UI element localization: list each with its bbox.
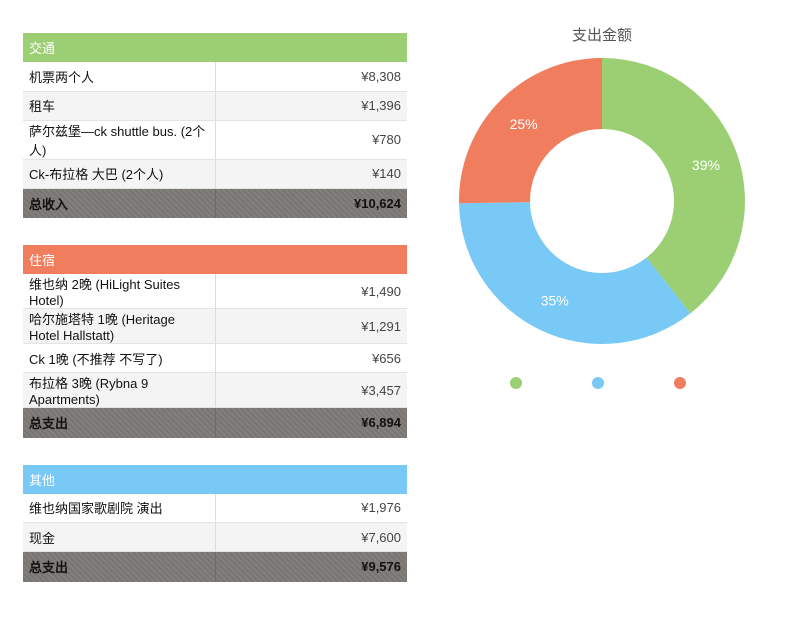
lodging-table: 住宿 维也纳 2晚 (HiLight Suites Hotel) ¥1,490 … [23, 245, 407, 438]
other-total-row: 总支出 ¥9,576 [23, 551, 407, 582]
row-amount: ¥1,396 [214, 91, 407, 121]
table-row: 哈尔施塔特 1晚 (Heritage Hotel Hallstatt) ¥1,2… [23, 308, 407, 344]
table-row: 租车 ¥1,396 [23, 91, 407, 121]
row-amount: ¥7,600 [214, 522, 407, 552]
row-amount: ¥656 [214, 343, 407, 373]
legend-dot [510, 377, 522, 389]
row-amount: ¥3,457 [214, 372, 407, 408]
row-amount: ¥1,490 [214, 274, 407, 309]
lodging-total-row: 总支出 ¥6,894 [23, 407, 407, 438]
total-label: 总支出 [23, 551, 215, 582]
transport-table-header-row: 交通 [23, 33, 407, 62]
table-row: 维也纳 2晚 (HiLight Suites Hotel) ¥1,490 [23, 274, 407, 309]
other-table-header-row: 其他 [23, 464, 407, 494]
other-table-header: 其他 [23, 464, 407, 494]
expense-tables: 交通 机票两个人 ¥8,308 租车 ¥1,396 萨尔兹堡—ck shuttl… [23, 33, 407, 582]
row-label: 哈尔施塔特 1晚 (Heritage Hotel Hallstatt) [23, 308, 215, 344]
donut-slices: 39% 35% 25% [459, 58, 745, 344]
donut-slice [459, 202, 691, 344]
lodging-table-header: 住宿 [23, 245, 407, 274]
table-row: 现金 ¥7,600 [23, 522, 407, 552]
row-label: 维也纳国家歌剧院 演出 [23, 493, 215, 523]
chart-legend [510, 377, 686, 389]
row-label: 布拉格 3晚 (Rybna 9 Apartments) [23, 372, 215, 408]
table-row: Ck-布拉格 大巴 (2个人) ¥140 [23, 159, 407, 189]
slice-label: 35% [541, 292, 569, 308]
other-table: 其他 维也纳国家歌剧院 演出 ¥1,976 现金 ¥7,600 总支出 ¥9,5… [23, 464, 407, 582]
row-label: 现金 [23, 522, 215, 552]
row-amount: ¥1,976 [214, 493, 407, 523]
table-row: 维也纳国家歌剧院 演出 ¥1,976 [23, 493, 407, 523]
table-row: Ck 1晚 (不推荐 不写了) ¥656 [23, 343, 407, 373]
row-label: 萨尔兹堡—ck shuttle bus. (2个人) [23, 120, 215, 160]
row-label: 维也纳 2晚 (HiLight Suites Hotel) [23, 274, 215, 309]
row-label: 租车 [23, 91, 215, 121]
row-label: Ck-布拉格 大巴 (2个人) [23, 159, 215, 189]
transport-table: 交通 机票两个人 ¥8,308 租车 ¥1,396 萨尔兹堡—ck shuttl… [23, 33, 407, 218]
table-row: 布拉格 3晚 (Rybna 9 Apartments) ¥3,457 [23, 372, 407, 408]
slice-label: 25% [510, 116, 538, 132]
transport-total-row: 总收入 ¥10,624 [23, 188, 407, 218]
row-amount: ¥1,291 [214, 308, 407, 344]
row-amount: ¥140 [214, 159, 407, 189]
chart-title: 支出金额 [572, 27, 632, 44]
row-label: 机票两个人 [23, 62, 215, 92]
total-amount: ¥10,624 [214, 188, 407, 218]
table-row: 萨尔兹堡—ck shuttle bus. (2个人) ¥780 [23, 120, 407, 160]
row-amount: ¥8,308 [214, 62, 407, 92]
slice-label: 39% [692, 157, 720, 173]
legend-dot [674, 377, 686, 389]
expense-donut-chart: 支出金额 39% 35% 25% [459, 27, 745, 389]
total-amount: ¥6,894 [214, 407, 407, 438]
lodging-table-header-row: 住宿 [23, 245, 407, 274]
table-row: 机票两个人 ¥8,308 [23, 62, 407, 92]
row-label: Ck 1晚 (不推荐 不写了) [23, 343, 215, 373]
total-label: 总支出 [23, 407, 215, 438]
transport-table-header: 交通 [23, 33, 407, 62]
legend-dot [592, 377, 604, 389]
total-amount: ¥9,576 [214, 551, 407, 582]
total-label: 总收入 [23, 188, 215, 218]
row-amount: ¥780 [214, 120, 407, 160]
